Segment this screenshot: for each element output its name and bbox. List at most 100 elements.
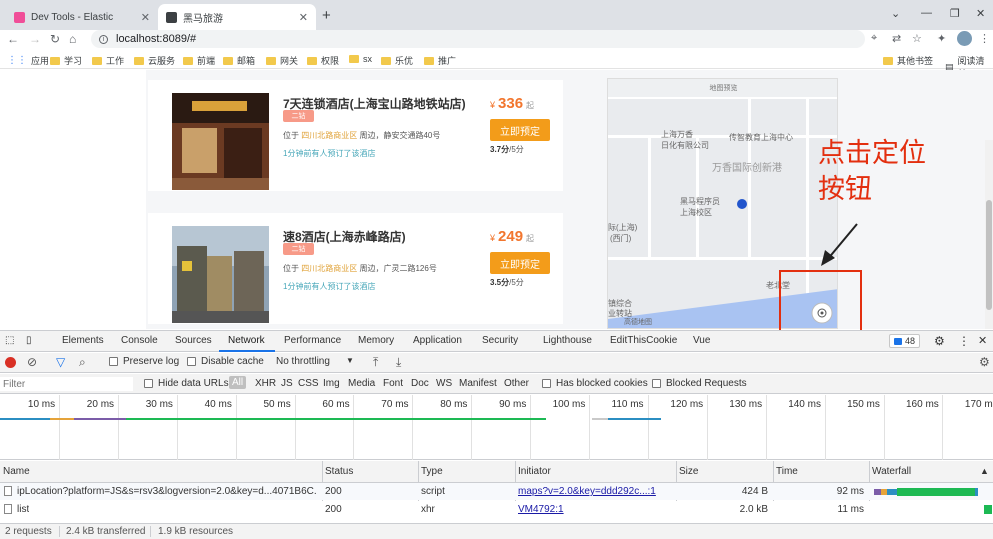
more-options-icon[interactable]: ⋮ [958, 334, 970, 348]
has-blocked-cookies-checkbox[interactable] [542, 379, 551, 388]
bookmark-frontend[interactable]: 前端 [183, 54, 215, 67]
close-devtools-icon[interactable]: ✕ [978, 334, 987, 347]
filter-type-font[interactable]: Font [383, 378, 403, 389]
tab-vue[interactable]: Vue [693, 335, 710, 346]
translate-icon[interactable]: ⇄ [892, 32, 901, 45]
tab-sources[interactable]: Sources [175, 335, 212, 346]
filter-type-ws[interactable]: WS [436, 378, 452, 389]
hotel-photo[interactable] [172, 226, 269, 323]
forward-icon[interactable]: → [29, 30, 41, 48]
bookmark-auth[interactable]: 权限 [307, 54, 339, 67]
page-scrollbar[interactable] [985, 140, 993, 329]
filter-type-media[interactable]: Media [348, 378, 375, 389]
home-icon[interactable]: ⌂ [69, 30, 76, 48]
reload-icon[interactable]: ↻ [50, 30, 60, 48]
sort-up-icon[interactable]: ▲ [980, 466, 989, 476]
request-initiator-link[interactable]: maps?v=2.0&key=ddd292c...:1 [518, 486, 673, 497]
book-now-button[interactable]: 立即预定 [490, 119, 550, 141]
blocked-requests-checkbox[interactable] [652, 379, 661, 388]
tab-network[interactable]: Network [228, 335, 265, 346]
disable-cache-checkbox[interactable] [187, 357, 196, 366]
filter-type-css[interactable]: CSS [298, 378, 319, 389]
filter-type-all[interactable]: All [229, 376, 247, 389]
request-name[interactable]: list [17, 504, 29, 515]
col-time[interactable]: Time [776, 466, 798, 477]
col-type[interactable]: Type [421, 466, 443, 477]
hide-data-urls-checkbox[interactable] [144, 379, 153, 388]
filter-type-img[interactable]: Img [323, 378, 340, 389]
hotel-photo[interactable] [172, 93, 269, 190]
bookmark-cloud[interactable]: 云服务 [134, 54, 175, 67]
bookmark-star-icon[interactable]: ☆ [912, 32, 922, 45]
filter-type-js[interactable]: JS [281, 378, 293, 389]
record-icon[interactable] [5, 357, 16, 368]
book-now-button[interactable]: 立即预定 [490, 252, 550, 274]
bookmark-study[interactable]: 学习 [50, 54, 82, 67]
settings-gear-icon[interactable]: ⚙ [934, 334, 945, 348]
tab-lighthouse[interactable]: Lighthouse [543, 335, 592, 346]
tab-memory[interactable]: Memory [358, 335, 394, 346]
filter-type-xhr[interactable]: XHR [255, 378, 276, 389]
bookmark-gateway[interactable]: 网关 [266, 54, 298, 67]
device-toolbar-icon[interactable]: ▯ [26, 335, 32, 346]
bookmark-work[interactable]: 工作 [92, 54, 124, 67]
export-har-icon[interactable]: ⤓ [396, 355, 401, 370]
filter-input[interactable] [0, 377, 133, 391]
table-row[interactable]: ipLocation?platform=JS&s=rsv3&logversion… [0, 483, 993, 500]
search-icon[interactable]: ⌕ [79, 355, 86, 370]
col-size[interactable]: Size [679, 466, 698, 477]
site-info-icon[interactable]: i [99, 34, 108, 44]
close-tab-icon[interactable]: ✕ [299, 11, 308, 24]
col-name[interactable]: Name [3, 466, 30, 477]
filter-type-manifest[interactable]: Manifest [459, 378, 497, 389]
network-overview-timeline[interactable]: 10 ms 20 ms 30 ms 40 ms 50 ms 60 ms 70 ms 80 ms… [0, 395, 993, 460]
throttling-select[interactable]: No throttling [276, 356, 330, 367]
scrollbar-thumb[interactable] [986, 200, 992, 310]
tab-performance[interactable]: Performance [284, 335, 341, 346]
tab-console[interactable]: Console [121, 335, 158, 346]
inspect-element-icon[interactable]: ⬚ [5, 335, 14, 346]
back-icon[interactable]: ← [7, 30, 19, 48]
minimize-icon[interactable]: — [921, 7, 932, 19]
extensions-icon[interactable]: ✦ [937, 32, 946, 45]
close-tab-icon[interactable]: ✕ [141, 11, 150, 24]
filter-type-other[interactable]: Other [504, 378, 529, 389]
preserve-log-checkbox[interactable] [109, 357, 118, 366]
filter-funnel-icon[interactable]: ▽ [56, 355, 65, 369]
col-waterfall[interactable]: Waterfall [872, 466, 911, 477]
browser-tab-devtools[interactable]: Dev Tools - Elastic ✕ [6, 4, 158, 30]
tab-editthiscookie[interactable]: EditThisCookie [610, 335, 677, 346]
page-left-gutter [0, 70, 146, 329]
clear-icon[interactable]: ⊘ [27, 355, 37, 369]
bookmark-promo[interactable]: 推广 [424, 54, 456, 67]
request-initiator-link[interactable]: VM4792:1 [518, 504, 564, 515]
filter-type-doc[interactable]: Doc [411, 378, 429, 389]
request-name[interactable]: ipLocation?platform=JS&s=rsv3&logversion… [17, 486, 317, 497]
import-har-icon[interactable]: ⤒ [373, 355, 378, 370]
col-status[interactable]: Status [325, 466, 353, 477]
timeline-tick-label: 140 ms [788, 399, 821, 410]
bookmark-other[interactable]: 其他书签 [883, 54, 933, 67]
close-window-icon[interactable]: ✕ [976, 7, 985, 20]
network-settings-gear-icon[interactable]: ⚙ [979, 355, 990, 369]
tab-application[interactable]: Application [413, 335, 462, 346]
chevron-down-icon[interactable]: ▼ [346, 356, 354, 365]
url-text[interactable]: localhost:8089/# [116, 33, 196, 45]
tab-search-icon[interactable]: ⌄ [891, 7, 900, 20]
menu-icon[interactable]: ⋮ [979, 32, 990, 45]
table-row[interactable]: list 200 xhr VM4792:1 2.0 kB 11 ms [0, 501, 993, 518]
restore-icon[interactable]: ❐ [950, 7, 960, 20]
address-bar[interactable]: i localhost:8089/# [91, 30, 865, 48]
issues-badge[interactable]: 48 [889, 334, 921, 348]
bookmark-apps[interactable]: ⋮⋮ 应用 [7, 54, 49, 67]
bookmark-mail[interactable]: 邮箱 [223, 54, 255, 67]
bookmark-sx[interactable]: sx [349, 54, 372, 64]
location-icon[interactable]: ⌖ [871, 32, 877, 45]
tab-elements[interactable]: Elements [62, 335, 104, 346]
bookmark-leyou[interactable]: 乐优 [381, 54, 413, 67]
avatar[interactable] [957, 31, 972, 46]
tab-security[interactable]: Security [482, 335, 518, 346]
plus-icon[interactable]: + [322, 7, 331, 24]
browser-tab-heima[interactable]: 黑马旅游 ✕ [158, 4, 316, 30]
col-initiator[interactable]: Initiator [518, 466, 551, 477]
